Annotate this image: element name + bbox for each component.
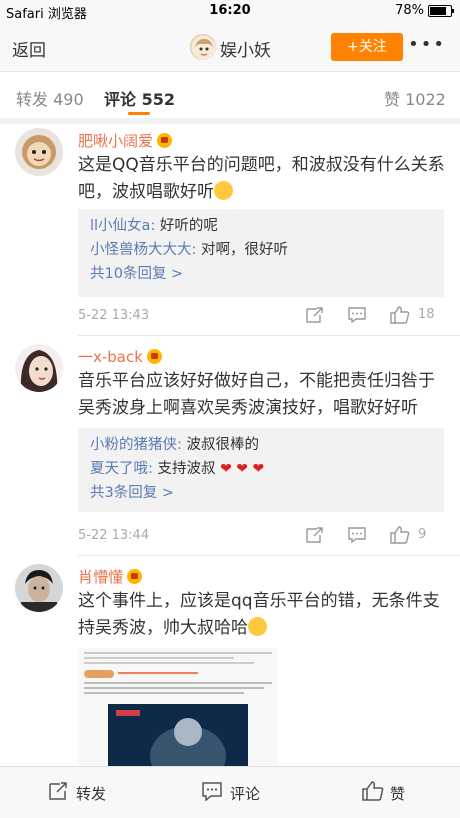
battery-percent: 78% (395, 3, 424, 18)
more-replies-link[interactable]: 共10条回复 > (90, 266, 183, 282)
commenter-avatar[interactable] (15, 564, 63, 612)
tab-active-indicator (128, 112, 150, 115)
tab-comments[interactable]: 评论 552 (104, 86, 175, 110)
laughing-emoji-icon (248, 617, 267, 636)
comment-text: 音乐平台应该好好做好自己，不能把责任归咎于吴秀波身上啊喜欢吴秀波演技好，唱歌好好… (78, 371, 435, 418)
commenter-avatar[interactable] (15, 344, 63, 392)
tab-repost[interactable]: 转发 490 (16, 86, 84, 110)
reply-item[interactable]: 小粉的猪猪侠: 波叔很棒的 (90, 433, 432, 457)
like-count: 18 (418, 307, 435, 322)
comment-text: 这是QQ音乐平台的问题吧，和波叔没有什么关系吧，波叔唱歌好听 (78, 155, 445, 202)
comment-button[interactable]: 评论 (202, 781, 272, 805)
comment-icon[interactable] (348, 307, 366, 323)
divider (78, 555, 460, 556)
vip-badge-icon (157, 133, 173, 148)
nav-bar: 返回 娱小妖 +关注 ••• (0, 22, 460, 72)
attached-image[interactable] (78, 648, 278, 768)
vip-badge-icon (146, 349, 162, 364)
screenshot-thumbnail (78, 648, 278, 768)
repost-button[interactable]: 转发 (48, 781, 118, 805)
commenter-name[interactable]: 肥啾小阔爱 (78, 130, 173, 151)
repost-icon[interactable] (306, 307, 324, 323)
battery-icon (428, 5, 454, 17)
reply-box[interactable]: ll小仙女a: 好听的呢 小怪兽杨大大大: 对啊，很好听 共10条回复 > (78, 209, 444, 297)
like-icon (362, 781, 384, 801)
clock: 16:20 (209, 3, 251, 18)
comment-icon (202, 782, 222, 801)
comment-text: 这个事件上，应该是qq音乐平台的错，无条件支持吴秀波，帅大叔哈哈 (78, 591, 440, 638)
avatar-image (192, 36, 216, 60)
repost-icon (49, 782, 67, 800)
more-options-button[interactable]: ••• (408, 34, 446, 55)
comment-timestamp: 5-22 13:44 (78, 528, 150, 543)
tab-likes[interactable]: 赞 1022 (384, 86, 446, 110)
comment-icon[interactable] (348, 527, 366, 543)
page-title: 娱小妖 (220, 41, 271, 61)
commenter-name[interactable]: 一x-back (78, 346, 162, 367)
more-replies-link[interactable]: 共3条回复 > (90, 485, 174, 501)
commenter-name[interactable]: 肖懵懂 (78, 566, 143, 587)
author-avatar[interactable] (190, 34, 216, 60)
avatar-image (15, 564, 63, 612)
like-count: 9 (418, 527, 427, 542)
avatar-image (15, 128, 63, 176)
reply-item[interactable]: ll小仙女a: 好听的呢 (90, 214, 432, 238)
commenter-avatar[interactable] (15, 128, 63, 176)
vip-badge-icon (127, 569, 143, 584)
tab-bar: 转发 490 评论 552 赞 1022 (0, 72, 460, 118)
reply-box[interactable]: 小粉的猪猪侠: 波叔很棒的 夏天了哦: 支持波叔 ❤ ❤ ❤ 共3条回复 > (78, 428, 444, 512)
avatar-image (15, 344, 63, 392)
bottom-action-bar: 转发 评论 赞 (0, 766, 460, 818)
shocked-emoji-icon (214, 181, 233, 200)
reply-item[interactable]: 小怪兽杨大大大: 对啊，很好听 (90, 238, 432, 262)
comment-item: 肥啾小阔爱 这是QQ音乐平台的问题吧，和波叔没有什么关系吧，波叔唱歌好听 ll小… (0, 124, 460, 336)
comment-item: 肖懵懂 这个事件上，应该是qq音乐平台的错，无条件支持吴秀波，帅大叔哈哈 (0, 560, 460, 768)
like-icon[interactable] (390, 526, 410, 544)
heart-emoji-icon: ❤ ❤ ❤ (220, 461, 265, 477)
like-icon[interactable] (390, 306, 410, 324)
back-button[interactable]: 返回 (12, 36, 46, 61)
comment-actions: 9 (306, 526, 446, 546)
comment-item: 一x-back 音乐平台应该好好做好自己，不能把责任归咎于吴秀波身上啊喜欢吴秀波… (0, 340, 460, 556)
reply-item[interactable]: 夏天了哦: 支持波叔 ❤ ❤ ❤ (90, 457, 432, 481)
comment-actions: 18 (306, 306, 446, 326)
comment-timestamp: 5-22 13:43 (78, 308, 150, 323)
status-bar: Safari 浏览器 16:20 78% (0, 0, 460, 22)
follow-button[interactable]: +关注 (331, 33, 403, 61)
repost-icon[interactable] (306, 527, 324, 543)
like-button[interactable]: 赞 (362, 781, 422, 805)
divider (78, 335, 460, 336)
